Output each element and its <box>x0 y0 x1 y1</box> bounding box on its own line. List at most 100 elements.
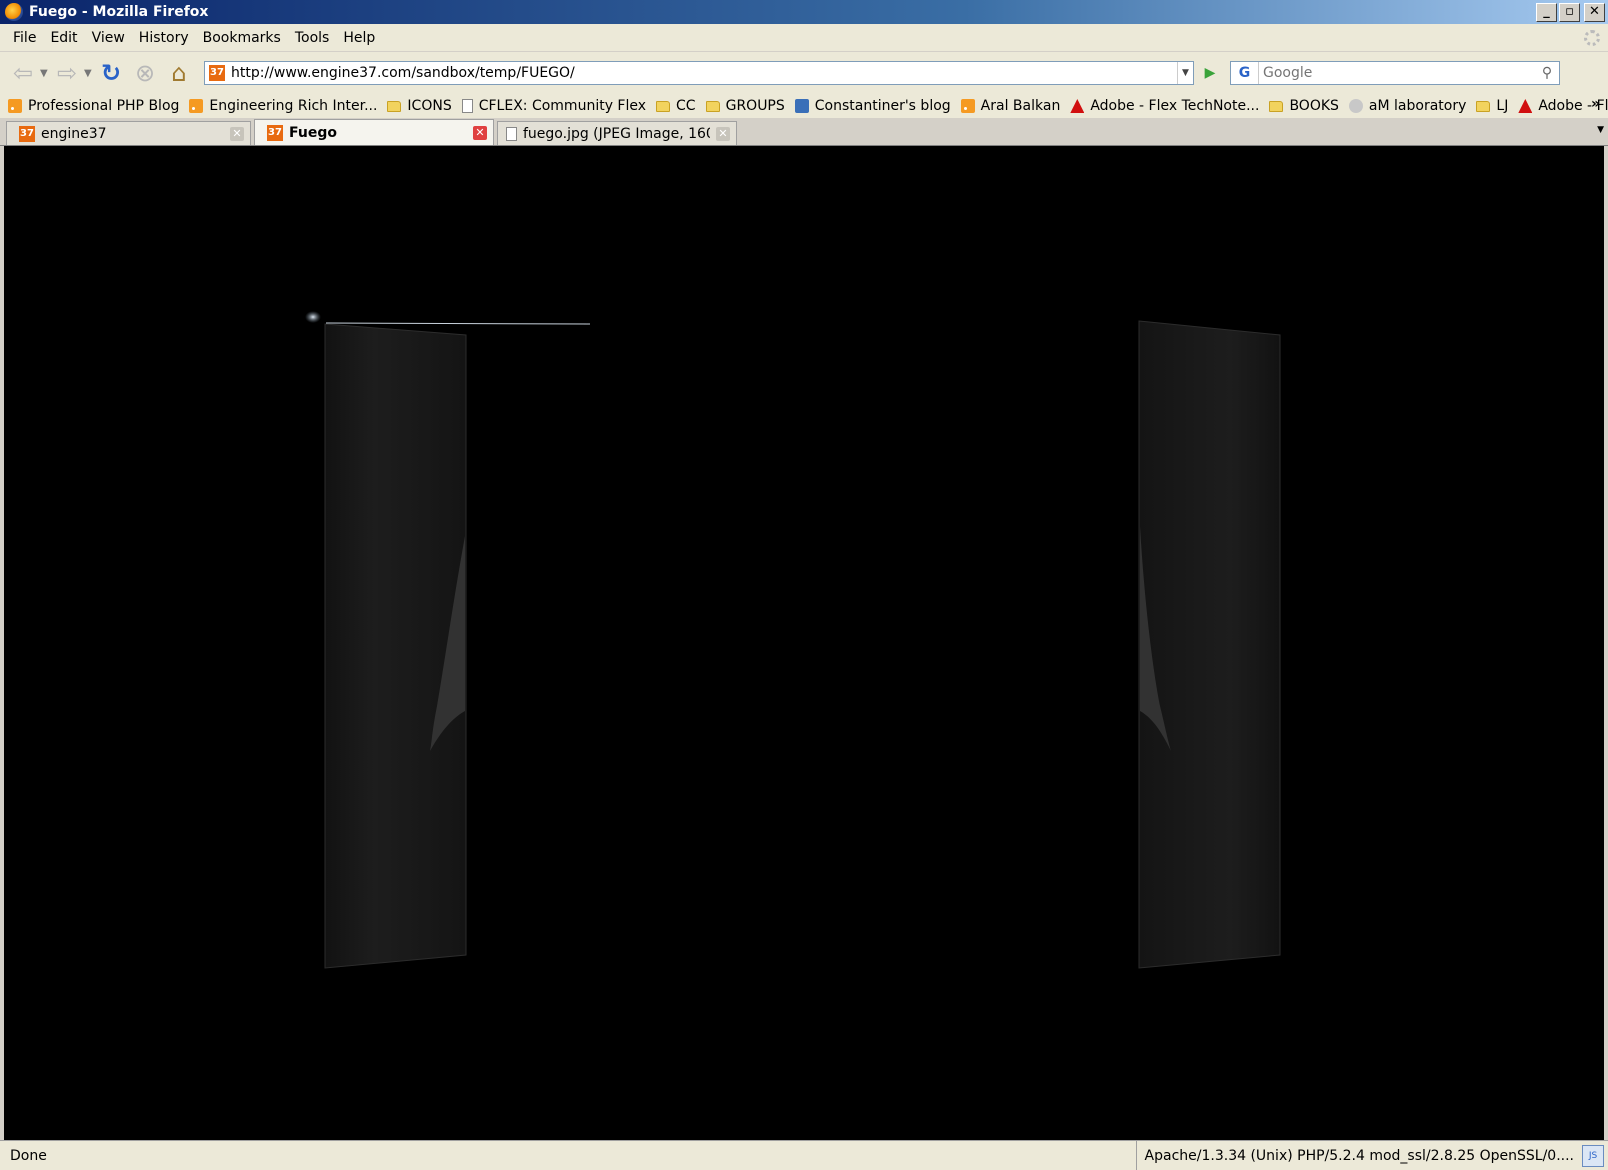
forward-arrow-icon: ⇨ <box>56 59 78 87</box>
adobe-icon <box>1518 99 1533 113</box>
bookmark-folder[interactable]: BOOKS <box>1269 98 1339 114</box>
bookmark-label: BOOKS <box>1289 98 1339 114</box>
back-history-dropdown-icon[interactable]: ▼ <box>40 68 50 79</box>
scene-canvas <box>305 311 1281 969</box>
light-spark <box>305 311 321 323</box>
menu-tools[interactable]: Tools <box>288 30 337 46</box>
menu-file[interactable]: File <box>6 30 43 46</box>
forward-history-dropdown-icon[interactable]: ▼ <box>84 68 94 79</box>
tab-close-icon[interactable]: ✕ <box>716 126 730 141</box>
bookmarks-overflow-chevron-icon[interactable]: » <box>1591 96 1600 112</box>
bookmark-folder[interactable]: ICONS <box>387 98 452 114</box>
tab-fuego[interactable]: 37 Fuego ✕ <box>254 119 494 145</box>
folder-icon <box>656 100 671 112</box>
page-icon <box>461 99 473 113</box>
bookmark-item[interactable]: Constantiner's blog <box>794 98 951 114</box>
url-history-dropdown-icon[interactable]: ▼ <box>1177 62 1193 84</box>
stop-button[interactable]: ⊗ <box>128 56 162 90</box>
home-icon: ⌂ <box>171 59 187 87</box>
home-button[interactable]: ⌂ <box>162 56 196 90</box>
window-title: Fuego - Mozilla Firefox <box>29 4 209 20</box>
back-button[interactable]: ⇦ <box>6 56 40 90</box>
bookmark-label: GROUPS <box>725 98 785 114</box>
firefox-icon <box>5 3 23 21</box>
tab-close-icon[interactable]: ✕ <box>473 125 487 140</box>
server-info: Apache/1.3.34 (Unix) PHP/5.2.4 mod_ssl/2… <box>1135 1141 1582 1170</box>
tab-label: Fuego <box>289 124 337 141</box>
bookmark-item[interactable]: Aral Balkan <box>960 98 1061 114</box>
bookmark-folder[interactable]: GROUPS <box>705 98 785 114</box>
bookmark-item[interactable]: Engineering Rich Inter... <box>189 98 377 114</box>
bookmark-item[interactable]: Adobe - Flex TechNote... <box>1070 98 1259 114</box>
menu-history[interactable]: History <box>132 30 196 46</box>
menu-help[interactable]: Help <box>336 30 382 46</box>
tab-label: engine37 <box>41 125 107 142</box>
folder-icon <box>1269 100 1284 112</box>
bookmark-folder[interactable]: LJ <box>1476 98 1508 114</box>
tab-engine37[interactable]: 37 engine37 ✕ <box>6 121 251 145</box>
bookmark-label: aM laboratory <box>1368 98 1467 114</box>
close-window-button[interactable]: ✕ <box>1584 2 1605 22</box>
bookmark-label: Adobe - Flex TechNote... <box>1090 98 1260 114</box>
search-input[interactable] <box>1259 65 1535 81</box>
bookmark-folder[interactable]: CC <box>656 98 696 114</box>
forward-button[interactable]: ⇨ <box>50 56 84 90</box>
bookmark-label: CC <box>676 98 696 114</box>
bookmark-label: Engineering Rich Inter... <box>209 98 378 114</box>
tab-fuego-jpg[interactable]: fuego.jpg (JPEG Image, 1608... ✕ <box>497 121 737 145</box>
restore-button[interactable]: ▫ <box>1559 2 1580 22</box>
folder-icon <box>1476 100 1491 112</box>
window-controls: _ ▫ ✕ <box>1536 2 1605 22</box>
extension-status-icon[interactable]: JS <box>1582 1144 1604 1167</box>
rss-feed-icon <box>189 99 204 113</box>
site-favicon-icon: 37 <box>267 124 283 141</box>
bookmark-item[interactable]: aM laboratory <box>1348 98 1467 114</box>
rss-feed-icon <box>960 99 975 113</box>
bookmark-label: Constantiner's blog <box>814 98 951 114</box>
adobe-icon <box>1070 99 1085 113</box>
search-magnifier-icon[interactable]: ⚲ <box>1535 65 1559 81</box>
search-bar: G ⚲ <box>1230 61 1560 85</box>
left-panel <box>324 323 467 969</box>
right-panel <box>1138 320 1281 969</box>
folder-icon <box>705 100 720 112</box>
bookmark-item[interactable]: Professional PHP Blog <box>8 98 179 114</box>
search-engine-selector-icon[interactable]: G <box>1231 62 1259 84</box>
bookmark-item[interactable]: CFLEX: Community Flex <box>461 98 647 114</box>
minimize-button[interactable]: _ <box>1536 2 1557 22</box>
site-favicon-icon: 37 <box>209 65 225 81</box>
tab-list-dropdown-icon[interactable]: ▼ <box>1597 125 1604 135</box>
status-bar: Done Apache/1.3.34 (Unix) PHP/5.2.4 mod_… <box>0 1140 1608 1170</box>
folder-icon <box>387 100 402 112</box>
activity-throbber-icon <box>1584 30 1600 46</box>
tab-label: fuego.jpg (JPEG Image, 1608... <box>523 125 710 142</box>
bookmark-label: Professional PHP Blog <box>28 98 180 114</box>
stop-icon: ⊗ <box>134 59 156 87</box>
address-bar[interactable]: 37 http://www.engine37.com/sandbox/temp/… <box>204 61 1194 85</box>
bookmark-label: LJ <box>1496 98 1509 114</box>
bookmark-label: CFLEX: Community Flex <box>478 98 647 114</box>
reload-button[interactable]: ↻ <box>94 56 128 90</box>
page-icon <box>506 126 517 141</box>
tab-bar: 37 engine37 ✕ 37 Fuego ✕ fuego.jpg (JPEG… <box>0 118 1608 146</box>
window-title-bar: Fuego - Mozilla Firefox _ ▫ ✕ <box>0 0 1608 24</box>
status-text: Done <box>10 1147 47 1164</box>
blog-favicon-icon <box>794 99 809 113</box>
address-url[interactable]: http://www.engine37.com/sandbox/temp/FUE… <box>231 65 1177 81</box>
site-favicon-icon: 37 <box>19 125 35 142</box>
navigation-toolbar: ⇦ ▼ ⇨ ▼ ↻ ⊗ ⌂ 37 http://www.engine37.com… <box>0 52 1608 94</box>
menu-view[interactable]: View <box>85 30 132 46</box>
bookmark-label: ICONS <box>407 98 452 114</box>
window-frame-right <box>1604 146 1608 1140</box>
back-arrow-icon: ⇦ <box>12 59 34 87</box>
light-streak <box>325 322 591 325</box>
page-content-3d-scene[interactable] <box>4 146 1604 1140</box>
menu-bar: File Edit View History Bookmarks Tools H… <box>0 24 1608 52</box>
tab-close-icon[interactable]: ✕ <box>230 126 244 141</box>
menu-bookmarks[interactable]: Bookmarks <box>196 30 288 46</box>
bookmarks-toolbar: Professional PHP Blog Engineering Rich I… <box>0 94 1608 118</box>
menu-edit[interactable]: Edit <box>43 30 84 46</box>
rss-feed-icon <box>8 99 22 113</box>
bookmark-label: Aral Balkan <box>980 98 1061 114</box>
go-button[interactable]: ▶ <box>1198 65 1222 81</box>
